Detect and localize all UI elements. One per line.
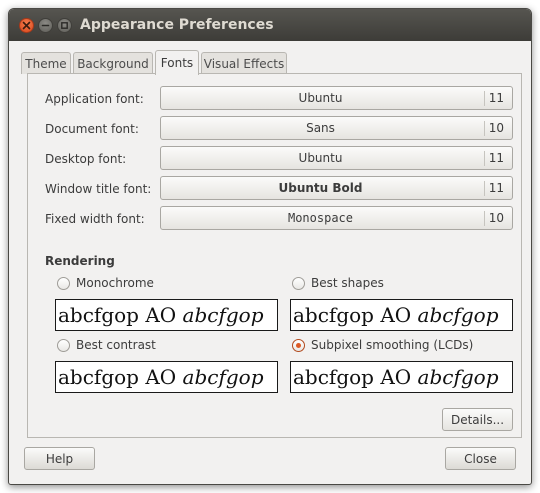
desktop-font-button[interactable]: Ubuntu 11 [160,146,513,170]
separator [484,91,485,106]
title-bar[interactable]: Appearance Preferences [9,9,531,41]
font-name: Ubuntu [298,91,343,105]
best-shapes-label[interactable]: Best shapes [311,276,384,290]
font-name: Ubuntu [298,151,343,165]
document-font-button[interactable]: Sans 10 [160,116,513,140]
help-button[interactable]: Help [24,447,95,470]
fixed-width-font-button[interactable]: Monospace 10 [160,206,513,230]
preview-italic-text: abcfgop [182,303,264,327]
close-button[interactable]: Close [445,447,516,470]
close-icon [22,21,31,30]
best-contrast-preview: abcfgop AO abcfgop [55,361,278,393]
subpixel-smoothing-label[interactable]: Subpixel smoothing (LCDs) [311,338,473,352]
application-font-button[interactable]: Ubuntu 11 [160,86,513,110]
font-size: 10 [488,121,504,135]
separator [484,151,485,166]
minimize-window-button[interactable] [38,18,53,33]
monochrome-preview: abcfgop AO abcfgop [55,299,278,331]
font-size: 10 [488,211,504,225]
rendering-section-title: Rendering [45,254,115,268]
fonts-panel: Application font: Ubuntu 11 Document fon… [27,73,522,438]
font-name: Ubuntu Bold [278,181,363,195]
separator [484,121,485,136]
window-title-font-label: Window title font: [45,182,152,196]
window-title-font-button[interactable]: Ubuntu Bold 11 [160,176,513,200]
subpixel-smoothing-preview: abcfgop AO abcfgop [290,361,513,393]
fixed-width-font-label: Fixed width font: [45,212,145,226]
preview-regular-text: abcfgop AO [293,303,418,327]
font-name: Monospace [287,211,354,225]
document-font-label: Document font: [45,122,139,136]
best-contrast-radio[interactable] [57,339,70,352]
preview-regular-text: abcfgop AO [58,365,183,389]
best-contrast-label[interactable]: Best contrast [76,338,156,352]
tab-background[interactable]: Background [73,52,153,74]
subpixel-smoothing-radio[interactable] [292,339,305,352]
separator [484,181,485,196]
best-shapes-preview: abcfgop AO abcfgop [290,299,513,331]
best-shapes-radio[interactable] [292,277,305,290]
preview-italic-text: abcfgop [417,303,499,327]
font-size: 11 [488,181,504,195]
minimize-icon [41,24,50,27]
tab-theme[interactable]: Theme [21,52,71,74]
maximize-icon [61,22,68,29]
preview-regular-text: abcfgop AO [58,303,183,327]
tab-fonts[interactable]: Fonts [155,50,199,75]
details-button[interactable]: Details... [442,408,513,431]
window-title: Appearance Preferences [80,17,274,33]
separator [484,211,485,226]
font-name: Sans [306,121,335,135]
maximize-window-button[interactable] [57,18,72,33]
font-size: 11 [488,151,504,165]
desktop-font-label: Desktop font: [45,152,127,166]
monochrome-label[interactable]: Monochrome [76,276,154,290]
preview-italic-text: abcfgop [182,365,264,389]
application-font-label: Application font: [45,92,144,106]
appearance-preferences-window: Appearance Preferences Theme Background … [8,8,532,485]
preview-regular-text: abcfgop AO [293,365,418,389]
tab-visual-effects[interactable]: Visual Effects [201,52,287,74]
monochrome-radio[interactable] [57,277,70,290]
preview-italic-text: abcfgop [417,365,499,389]
close-window-button[interactable] [19,18,34,33]
font-size: 11 [488,91,504,105]
